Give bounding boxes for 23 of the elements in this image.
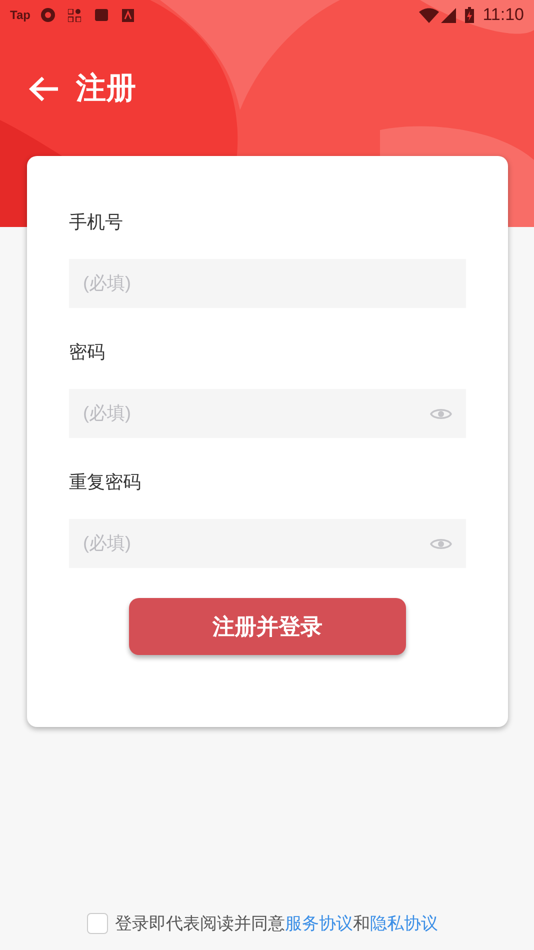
input-field[interactable]: (必填) xyxy=(69,389,466,438)
signal-icon xyxy=(440,8,456,22)
wifi-icon xyxy=(418,8,439,22)
back-arrow-icon[interactable] xyxy=(28,74,60,102)
input-field[interactable]: (必填) xyxy=(69,259,466,308)
aperture-icon xyxy=(40,7,56,23)
app-label: Tap xyxy=(10,7,30,24)
joiner-text: 和 xyxy=(353,913,370,935)
agreement-checkbox[interactable] xyxy=(87,913,108,934)
input-field[interactable]: (必填) xyxy=(69,519,466,568)
privacy-policy-link[interactable]: 隐私协议 xyxy=(370,911,438,936)
app-icon xyxy=(122,8,134,22)
field-label: 重复密码 xyxy=(69,471,142,494)
field-label: 密码 xyxy=(69,341,106,364)
page-title: 注册 xyxy=(76,71,136,107)
service-agreement-link[interactable]: 服务协议 xyxy=(285,911,353,936)
agreement-text: 登录即代表阅读并同意 xyxy=(115,913,285,935)
eye-icon[interactable] xyxy=(430,406,452,422)
grid-icon xyxy=(68,8,82,22)
eye-icon[interactable] xyxy=(430,536,452,552)
register-button[interactable]: 注册并登录 xyxy=(129,598,406,655)
clock: 11:10 xyxy=(482,4,524,26)
field-label: 手机号 xyxy=(69,211,124,234)
